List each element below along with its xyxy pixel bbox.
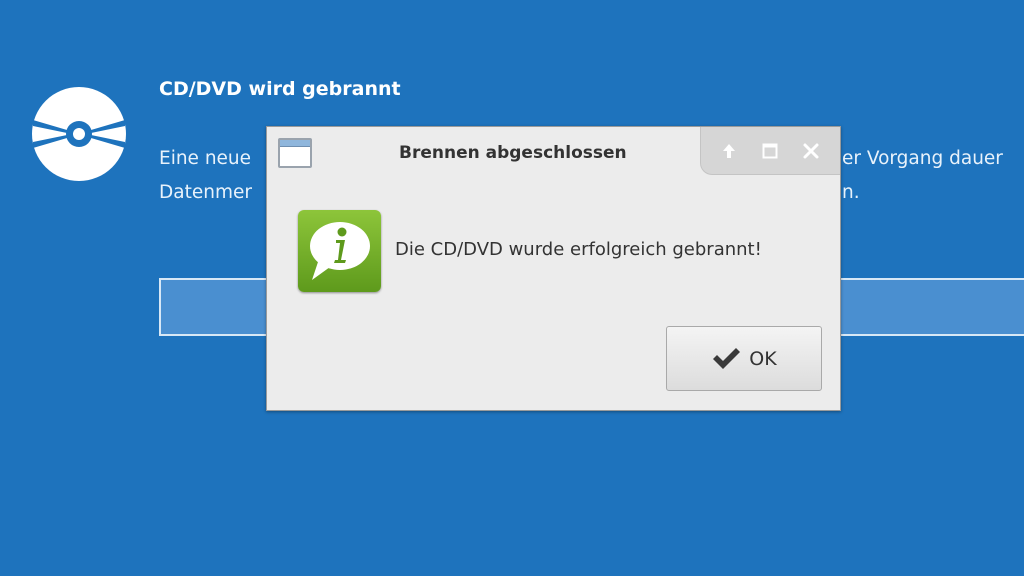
background-text-line-2: Datenmer bbox=[159, 182, 252, 203]
completion-dialog: Brennen abgeschlossen Die CD/DVD wurde e… bbox=[266, 126, 841, 411]
maximize-icon[interactable] bbox=[756, 137, 784, 165]
window-icon[interactable] bbox=[278, 138, 312, 168]
dialog-titlebar[interactable]: Brennen abgeschlossen bbox=[267, 127, 840, 175]
disc-burn-icon bbox=[32, 87, 126, 181]
background-text-line-1: Eine neue bbox=[159, 148, 252, 169]
dialog-title: Brennen abgeschlossen bbox=[399, 143, 627, 163]
ok-button[interactable]: OK bbox=[666, 326, 822, 391]
close-icon[interactable] bbox=[797, 137, 825, 165]
shade-up-icon[interactable] bbox=[715, 137, 743, 165]
ok-button-label: OK bbox=[749, 347, 777, 370]
checkmark-icon bbox=[713, 347, 741, 369]
background-text-line-1-end: er Vorgang dauer bbox=[842, 148, 1003, 169]
background-text-line-2-end: n. bbox=[842, 182, 860, 203]
dialog-message: Die CD/DVD wurde erfolgreich gebrannt! bbox=[395, 239, 762, 260]
background-title: CD/DVD wird gebrannt bbox=[159, 78, 401, 100]
info-speech-bubble-icon bbox=[298, 210, 381, 292]
window-controls bbox=[700, 127, 840, 175]
